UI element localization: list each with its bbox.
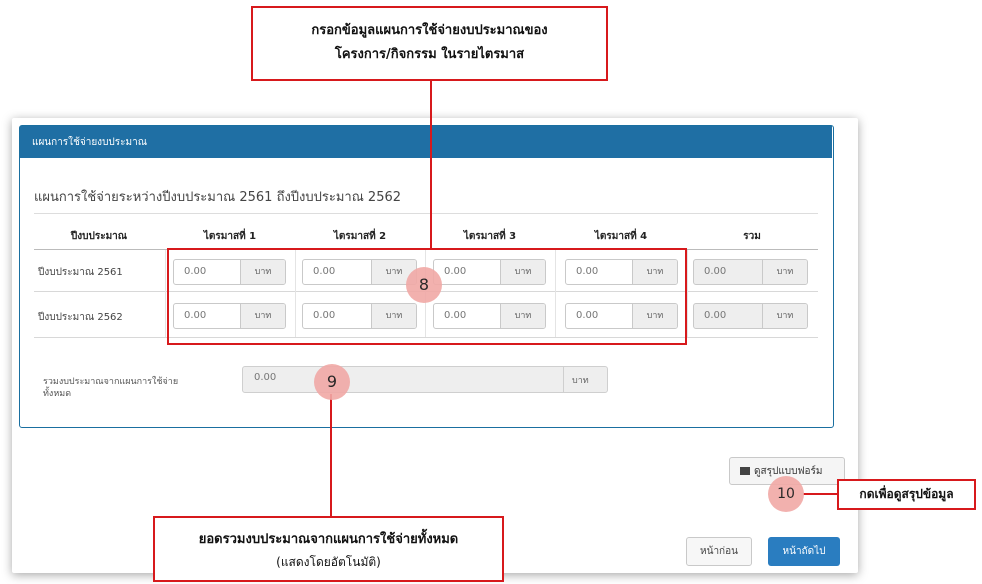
callout-bottom: ยอดรวมงบประมาณจากแผนการใช้จ่ายทั้งหมด (แ… — [153, 516, 504, 582]
col-divider — [165, 250, 166, 337]
col-header-year: ปีงบประมาณ — [70, 231, 128, 242]
callout-top-line2: โครงการ/กิจกรรม ในรายไตรมาส — [334, 47, 525, 62]
readonly-value: 0.00 — [704, 266, 727, 277]
row-label-2561: ปีงบประมาณ 2561 — [38, 267, 123, 278]
total-2562-field: 0.00 บาท — [693, 303, 808, 329]
grand-total-unit-divider — [563, 366, 564, 393]
callout-bottom-line1: ยอดรวมงบประมาณจากแผนการใช้จ่ายทั้งหมด — [198, 532, 459, 547]
previous-page-button[interactable]: หน้าก่อน — [686, 537, 752, 566]
form-summary-icon — [740, 467, 750, 475]
unit-addon: บาท — [762, 304, 807, 328]
page-subtitle: แผนการใช้จ่ายระหว่างปีงบประมาณ 2561 ถึงป… — [34, 190, 402, 205]
callout-top: กรอกข้อมูลแผนการใช้จ่ายงบประมาณของ โครงก… — [251, 6, 608, 81]
next-page-button[interactable]: หน้าถัดไป — [768, 537, 840, 566]
divider — [34, 213, 818, 214]
grand-total-label: รวมงบประมาณจากแผนการใช้จ่าย ทั้งหมด — [43, 376, 203, 400]
grand-total-label-line2: ทั้งหมด — [43, 389, 72, 399]
row-label-2562: ปีงบประมาณ 2562 — [38, 312, 123, 323]
grand-total-field — [242, 366, 608, 393]
col-header-q1: ไตรมาสที่ 1 — [203, 231, 257, 242]
grand-total-unit: บาท — [572, 376, 589, 386]
panel-header: แผนการใช้จ่ายงบประมาณ — [20, 126, 832, 158]
marker-10: 10 — [768, 476, 804, 512]
col-header-total: รวม — [743, 231, 761, 242]
callout-bottom-line2: (แสดงโดยอัตโนมัติ) — [276, 555, 381, 569]
readonly-value: 0.00 — [704, 310, 727, 321]
marker-8: 8 — [406, 267, 442, 303]
col-divider — [687, 250, 688, 337]
panel-title: แผนการใช้จ่ายงบประมาณ — [32, 136, 147, 148]
callout-connector — [803, 493, 838, 495]
callout-connector — [330, 394, 332, 518]
col-header-q4: ไตรมาสที่ 4 — [594, 231, 648, 242]
marker-9: 9 — [314, 364, 350, 400]
grand-total-value: 0.00 — [254, 372, 277, 383]
unit-addon: บาท — [762, 260, 807, 284]
callout-top-line1: กรอกข้อมูลแผนการใช้จ่ายงบประมาณของ — [311, 23, 548, 38]
total-2561-field: 0.00 บาท — [693, 259, 808, 285]
col-header-q3: ไตรมาสที่ 3 — [463, 231, 517, 242]
col-header-q2: ไตรมาสที่ 2 — [333, 231, 387, 242]
callout-right: กดเพื่อดูสรุปข้อมูล — [837, 479, 976, 510]
grand-total-label-line1: รวมงบประมาณจากแผนการใช้จ่าย — [43, 377, 179, 387]
callout-connector — [430, 79, 432, 250]
